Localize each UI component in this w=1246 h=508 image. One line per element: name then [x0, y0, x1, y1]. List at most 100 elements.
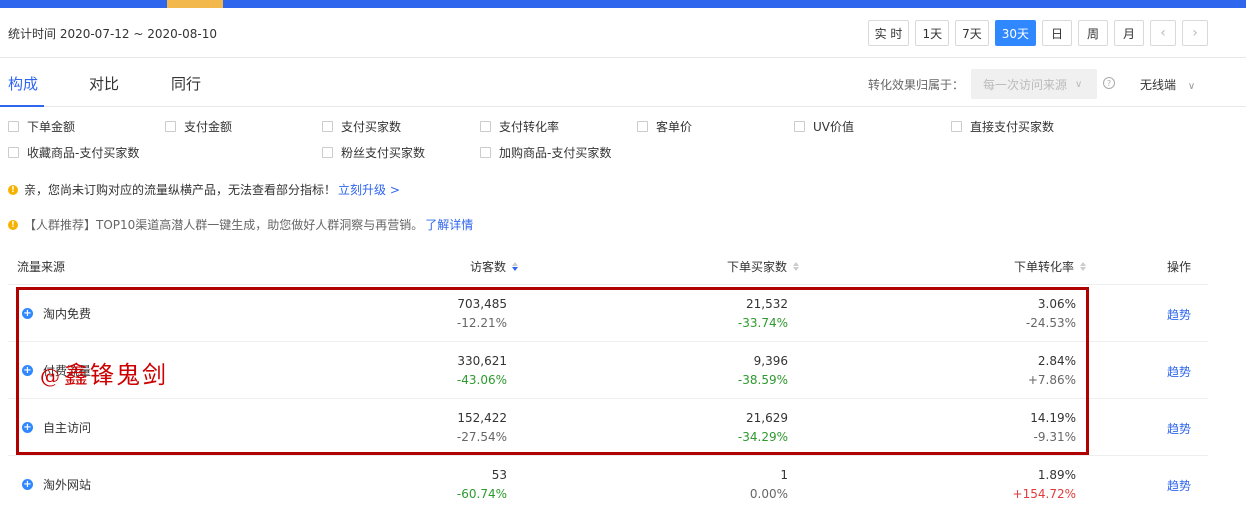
watermark-at: @ [40, 364, 62, 388]
attribution-value: 每一次访问来源 [983, 77, 1068, 92]
metric-checkbox[interactable]: 加购商品-支付买家数 [480, 144, 611, 161]
attribution-label: 转化效果归属于： [868, 78, 965, 92]
time-button-30days[interactable]: 30天 [994, 20, 1036, 46]
active-tab-underline [0, 105, 44, 107]
learn-more-link[interactable]: 了解详情 [425, 216, 473, 233]
source-name: 淘外网站 [43, 478, 92, 492]
conversion-value: 3.06% [1037, 297, 1076, 311]
checkbox-icon [322, 121, 333, 132]
checkbox-icon [951, 121, 962, 132]
sort-icon [512, 262, 519, 271]
metric-label: 下单金额 [27, 120, 76, 134]
sort-icon [1080, 262, 1087, 271]
time-button-month[interactable]: 月 [1114, 20, 1144, 46]
conversion-value: 1.89% [1037, 468, 1076, 482]
row-divider [8, 284, 1208, 285]
chevron-down-icon: ∨ [1187, 81, 1196, 92]
plus-icon[interactable]: + [22, 422, 33, 433]
checkbox-icon [480, 147, 491, 158]
checkbox-icon [794, 121, 805, 132]
annotation-highlight-box [16, 287, 1089, 455]
device-select[interactable]: 无线端 ∨ [1140, 76, 1195, 93]
buyers-change: -33.74% [737, 316, 788, 330]
header-visitors[interactable]: 访客数 [470, 258, 519, 275]
buyers-change: 0.00% [749, 487, 788, 501]
time-button-week[interactable]: 周 [1078, 20, 1108, 46]
row-divider [8, 455, 1208, 456]
visitors-value: 330,621 [457, 354, 507, 368]
visitors-change: -43.06% [456, 373, 507, 387]
row-divider [8, 398, 1208, 399]
trend-link[interactable]: 趋势 [1167, 477, 1191, 494]
tab-composition[interactable]: 构成 [8, 73, 38, 94]
metric-checkbox[interactable]: 粉丝支付买家数 [322, 144, 425, 161]
watermark-text: 鑫锋鬼剑 [64, 361, 168, 389]
metric-checkbox[interactable]: 收藏商品-支付买家数 [8, 144, 139, 161]
chevron-right-icon[interactable]: › [1182, 20, 1208, 46]
metric-checkbox[interactable]: UV价值 [794, 118, 854, 135]
table-row-source: + 淘内免费 [22, 305, 91, 322]
header-action: 操作 [1167, 260, 1192, 274]
metric-checkbox[interactable]: 支付转化率 [480, 118, 559, 135]
metric-checkbox[interactable]: 直接支付买家数 [951, 118, 1054, 135]
header-buyers[interactable]: 下单买家数 [727, 258, 800, 275]
checkbox-icon [165, 121, 176, 132]
metric-label: 支付转化率 [499, 120, 560, 134]
trend-link[interactable]: 趋势 [1167, 363, 1191, 380]
tab-peer[interactable]: 同行 [171, 73, 201, 94]
visitors-value: 152,422 [457, 411, 507, 425]
conversion-change: -9.31% [1033, 430, 1076, 444]
metric-label: 收藏商品-支付买家数 [27, 146, 140, 160]
chevron-down-icon: ∨ [1075, 78, 1083, 90]
time-button-7days[interactable]: 7天 [955, 20, 989, 46]
metric-checkbox[interactable]: 客单价 [637, 118, 692, 135]
checkbox-icon [322, 147, 333, 158]
top-bar [0, 0, 1246, 8]
metric-checkbox[interactable]: 下单金额 [8, 118, 75, 135]
time-button-realtime[interactable]: 实 时 [867, 20, 910, 46]
buyers-change: -34.29% [737, 430, 788, 444]
buyers-value: 21,629 [746, 411, 788, 425]
table-row-source: + 自主访问 [22, 419, 91, 436]
attribution-select[interactable]: 每一次访问来源 ∨ [971, 69, 1097, 99]
plus-icon[interactable]: + [22, 308, 33, 319]
metric-checkbox[interactable]: 支付买家数 [322, 118, 401, 135]
metric-label: UV价值 [813, 120, 854, 134]
trend-link[interactable]: 趋势 [1167, 306, 1191, 323]
metric-checkbox[interactable]: 支付金额 [165, 118, 232, 135]
metric-label: 客单价 [656, 120, 693, 134]
conversion-value: 2.84% [1037, 354, 1076, 368]
plus-icon[interactable]: + [22, 479, 33, 490]
source-name: 淘内免费 [43, 307, 92, 321]
upgrade-link[interactable]: 立刻升级 > [338, 181, 400, 198]
time-range-buttons: 实 时 1天 7天 30天 日 周 月 ‹ › [862, 20, 1208, 46]
metric-label: 粉丝支付买家数 [341, 146, 426, 160]
warning-icon: ! [8, 219, 18, 230]
tab-compare[interactable]: 对比 [89, 73, 119, 94]
notice-text: 【人群推荐】TOP10渠道高潜人群一键生成，助您做好人群洞察与再营销。 [24, 218, 424, 232]
time-button-day[interactable]: 日 [1042, 20, 1072, 46]
checkbox-icon [8, 121, 19, 132]
header-conversion[interactable]: 下单转化率 [1014, 258, 1087, 275]
visitors-value: 53 [491, 468, 507, 482]
help-icon[interactable]: ? [1103, 77, 1115, 89]
conversion-change: +154.72% [1012, 487, 1076, 501]
checkbox-icon [637, 121, 648, 132]
upgrade-notice: ! 亲，您尚未订购对应的流量纵横产品，无法查看部分指标！ 立刻升级 > [8, 181, 400, 198]
chevron-left-icon[interactable]: ‹ [1150, 20, 1176, 46]
buyers-value: 9,396 [753, 354, 788, 368]
metric-label: 支付买家数 [341, 120, 402, 134]
trend-link[interactable]: 趋势 [1167, 420, 1191, 437]
time-button-1day[interactable]: 1天 [915, 20, 950, 46]
checkbox-icon [480, 121, 491, 132]
table-row-source: + 淘外网站 [22, 476, 91, 493]
stats-header: 统计时间 2020-07-12 ~ 2020-08-10 实 时 1天 7天 3… [0, 8, 1246, 58]
buyers-value: 1 [780, 468, 788, 482]
conversion-value: 14.19% [1030, 411, 1076, 425]
header-conversion-label: 下单转化率 [1014, 260, 1075, 274]
plus-icon[interactable]: + [22, 365, 33, 376]
header-visitors-label: 访客数 [470, 260, 507, 274]
warning-icon: ! [8, 184, 18, 195]
crowd-notice: ! 【人群推荐】TOP10渠道高潜人群一键生成，助您做好人群洞察与再营销。 了解… [8, 216, 473, 233]
tabs-row: 构成 对比 同行 转化效果归属于： 每一次访问来源 ∨ ? 无线端 ∨ [0, 59, 1246, 107]
